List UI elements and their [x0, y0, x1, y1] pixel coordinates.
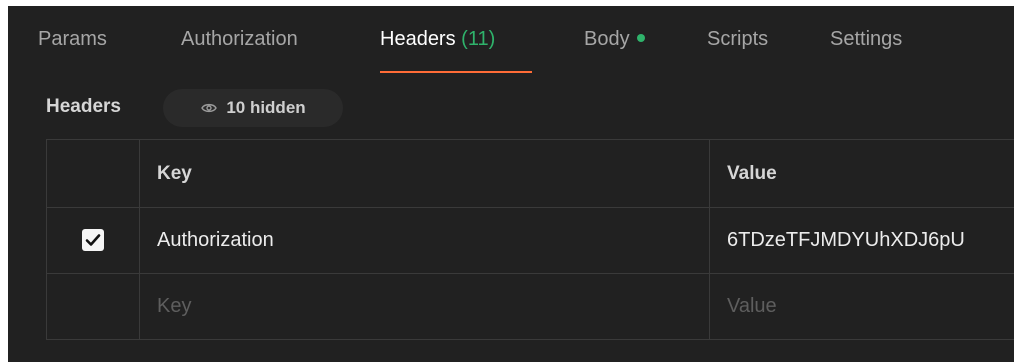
new-value-input[interactable]: Value — [710, 273, 1014, 339]
tab-scripts[interactable]: Scripts — [707, 28, 768, 51]
eye-icon — [200, 101, 218, 115]
header-checkbox-column — [47, 140, 140, 207]
tab-params[interactable]: Params — [38, 28, 107, 51]
new-row-checkbox-cell — [47, 273, 140, 339]
header-key-cell[interactable]: Authorization — [140, 207, 710, 273]
table-header-row: Key Value — [47, 140, 1014, 208]
hidden-headers-toggle[interactable]: 10 hidden — [163, 89, 343, 127]
tab-authorization[interactable]: Authorization — [181, 28, 298, 51]
request-panel: Params Authorization Headers (11) Body S… — [8, 6, 1014, 362]
headers-table: Key Value Authorization 6TDzeTFJMDYUhXDJ… — [46, 139, 1014, 340]
request-tabs: Params Authorization Headers (11) Body S… — [8, 6, 1014, 76]
row-checkbox-cell — [47, 207, 140, 273]
column-header-key: Key — [140, 140, 710, 207]
headers-section-title: Headers — [46, 96, 121, 117]
body-status-dot-icon — [636, 33, 645, 42]
tab-headers-label: Headers — [380, 28, 456, 50]
hidden-headers-label: 10 hidden — [226, 98, 306, 117]
checkmark-icon — [85, 234, 101, 246]
new-key-input[interactable]: Key — [140, 273, 710, 339]
row-enabled-checkbox[interactable] — [82, 229, 104, 251]
active-tab-underline — [380, 71, 532, 73]
tab-headers-count: (11) — [461, 28, 496, 50]
header-value-cell[interactable]: 6TDzeTFJMDYUhXDJ6pU — [710, 207, 1014, 273]
tab-body[interactable]: Body — [584, 28, 645, 51]
new-header-row: Key Value — [47, 273, 1014, 340]
column-header-value: Value — [727, 162, 777, 184]
tab-settings[interactable]: Settings — [830, 28, 902, 51]
table-row: Authorization 6TDzeTFJMDYUhXDJ6pU — [47, 207, 1014, 274]
tab-body-label: Body — [584, 28, 630, 50]
tab-headers[interactable]: Headers (11) — [380, 28, 495, 51]
